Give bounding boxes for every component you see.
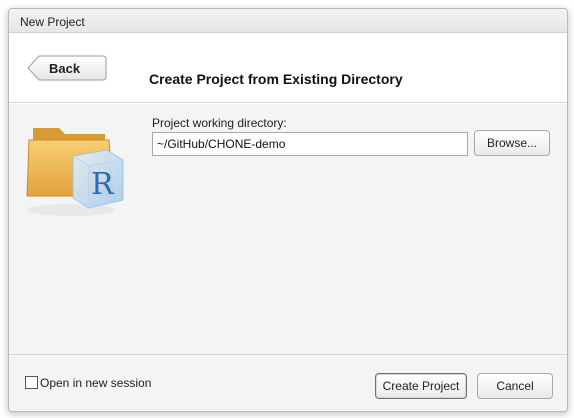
create-project-button[interactable]: Create Project	[375, 373, 467, 399]
cancel-button[interactable]: Cancel	[477, 373, 553, 399]
open-in-new-session-checkbox[interactable]	[25, 376, 38, 389]
browse-button[interactable]: Browse...	[474, 130, 550, 156]
wizard-header: Back Create Project from Existing Direct…	[9, 33, 567, 103]
window-title: New Project	[20, 15, 85, 29]
svg-text:R: R	[91, 167, 115, 202]
new-project-dialog: New Project Back Create Project from Exi…	[8, 8, 568, 412]
folder-r-icon: R	[26, 128, 124, 216]
directory-field-label: Project working directory:	[152, 116, 287, 130]
back-label: Back	[49, 61, 81, 76]
directory-input[interactable]	[152, 132, 468, 156]
titlebar: New Project	[9, 9, 567, 33]
open-in-new-session-label[interactable]: Open in new session	[40, 376, 151, 390]
back-button[interactable]: Back	[27, 55, 107, 81]
page-title: Create Project from Existing Directory	[149, 71, 403, 87]
